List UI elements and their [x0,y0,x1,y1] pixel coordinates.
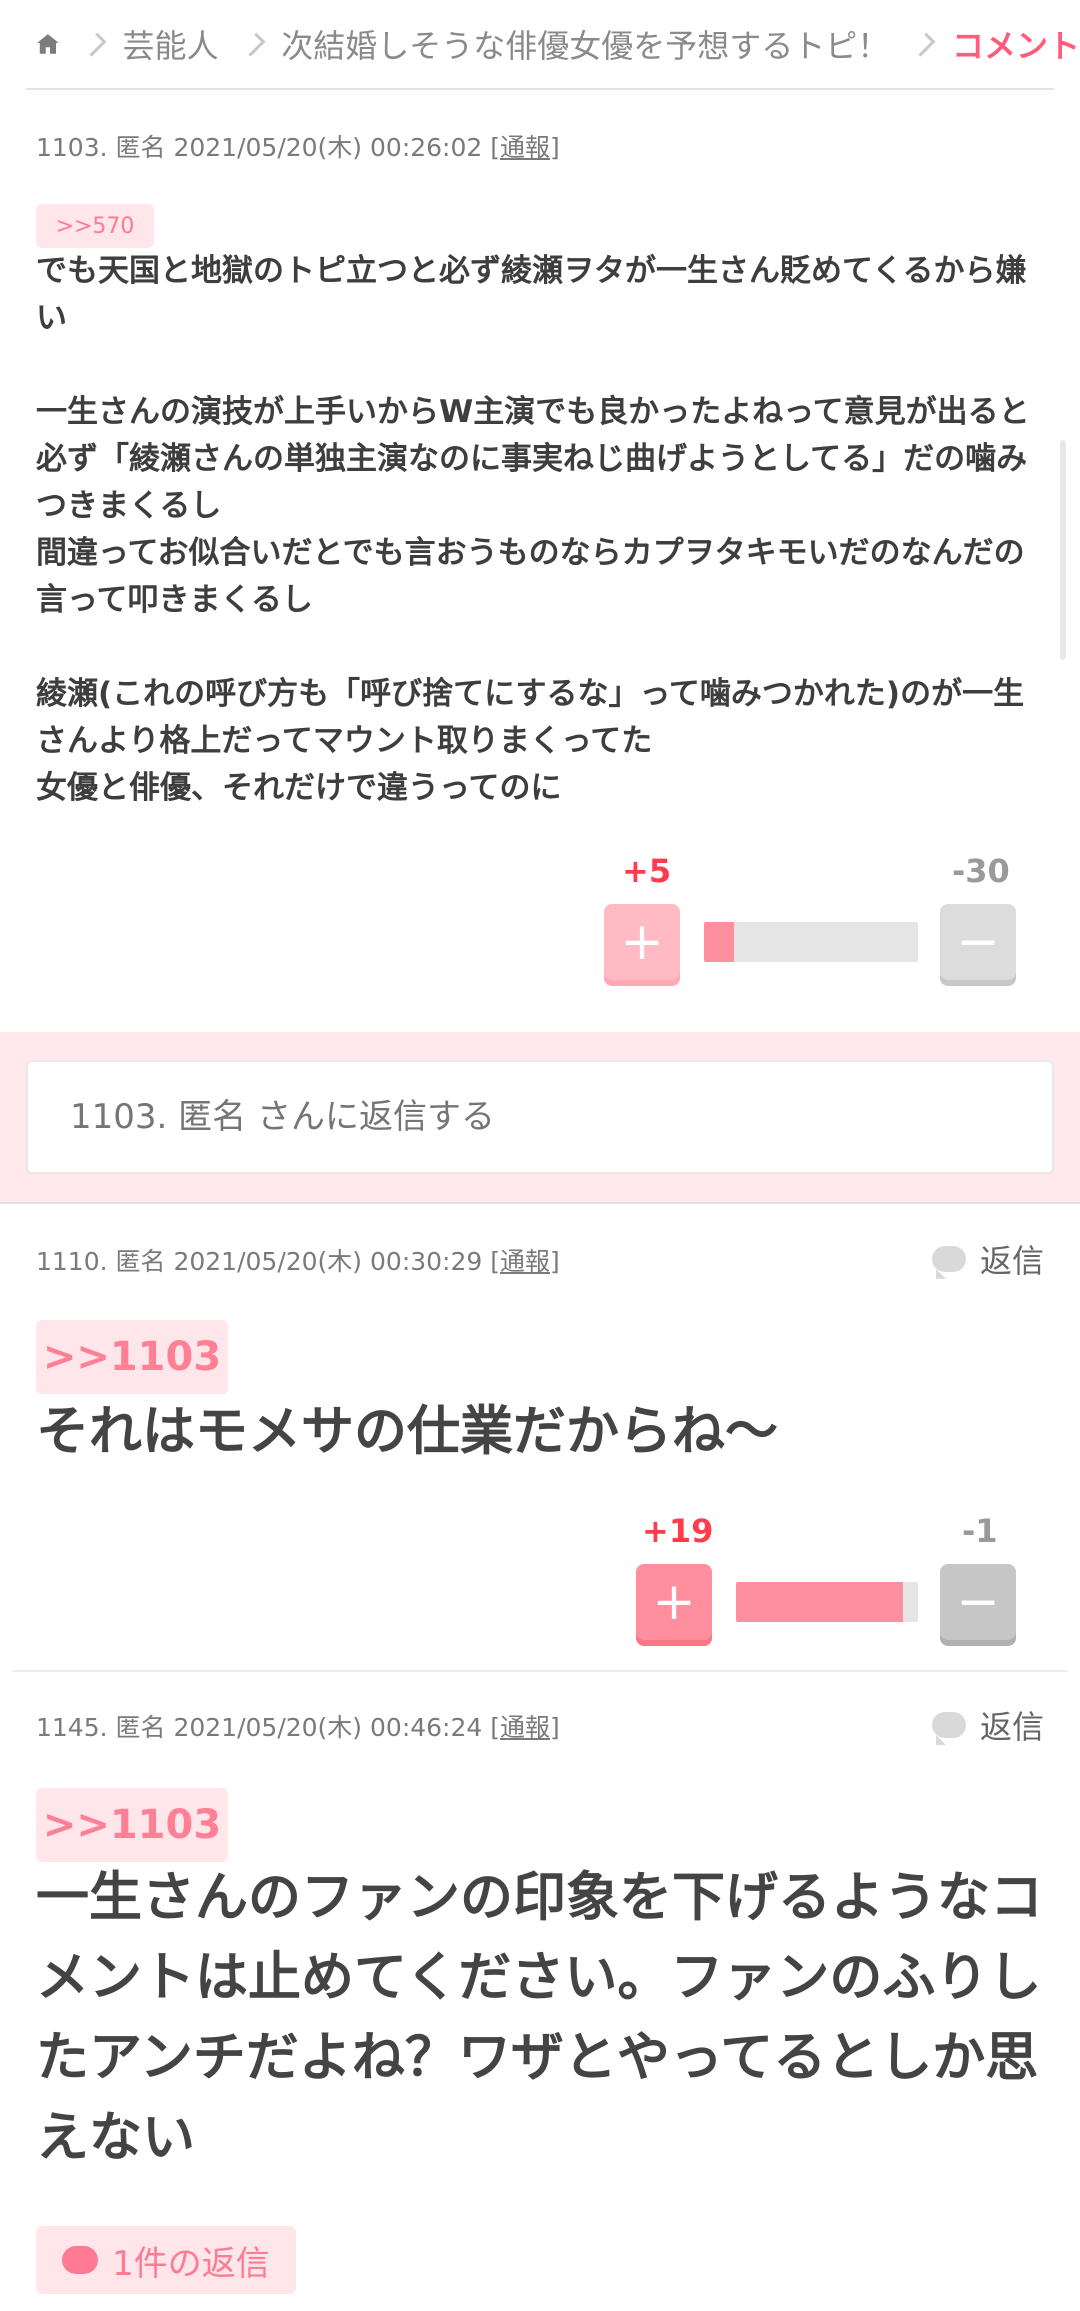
report-link[interactable]: 通報 [500,133,550,162]
comment-meta-text: 1110. 匿名 2021/05/20(木) 00:30:29 [36,1247,483,1276]
vote-ratio-fill [704,922,734,962]
replies-count-label: 1件の返信 [112,2243,270,2284]
comment-body: 一生さんのファンの印象を下げるようなコメントは止めてください。ファンのふりしたア… [36,1867,1043,2168]
reply-area [0,1032,1080,1202]
plus-button[interactable]: + [604,904,680,980]
minus-button[interactable]: − [940,1564,1016,1640]
reply-button[interactable]: 返信 [931,1236,1044,1282]
breadcrumb: 芸能人 次結婚しそうな俳優女優を予想するトピ！ コメント [0,0,1080,88]
plus-count: +5 [622,852,672,890]
comment-meta: 1110. 匿名 2021/05/20(木) 00:30:29 [通報] [36,1247,560,1276]
show-replies-button[interactable]: 1件の返信 [36,2226,296,2294]
anchor-link[interactable]: >>570 [36,204,154,248]
comment-meta: 1103. 匿名 2021/05/20(木) 00:26:02 [通報] [36,133,560,162]
comment-body: それはモメサの仕業だからね〜 [36,1401,778,1462]
home-icon[interactable] [36,24,60,64]
reply-input[interactable] [26,1060,1054,1174]
breadcrumb-current: コメント [951,27,1080,65]
reply-button[interactable]: 返信 [931,1702,1044,1748]
comment-paragraph: 女優と俳優、それだけで違うってのに [36,770,562,806]
chevron-right-icon [911,32,936,56]
comment-paragraph: 間違ってお似合いだとでも言おうものならカプヲタキモいだのなんだの言って叩きまくる… [36,535,1025,618]
plus-count: +19 [642,1512,714,1550]
divider [26,88,1054,90]
chevron-right-icon [82,32,107,56]
comment-paragraph: 一生さんの演技が上手いからW主演でも良かったよねって意見が出ると必ず「綾瀬さんの… [36,394,1030,524]
speech-bubble-icon [62,2246,99,2274]
comment-paragraph: 綾瀬(これの呼び方も「呼び捨てにするな」って噛みつかれた)のが一生さんより格上だ… [36,676,1025,759]
reply-label: 返信 [979,1708,1044,1746]
speech-bubble-icon [931,1712,966,1738]
chevron-right-icon [240,32,265,56]
minus-count: -30 [952,852,1010,890]
vote-ratio-fill [736,1582,904,1622]
minus-count: -1 [962,1512,998,1550]
comment-body: でも天国と地獄のトピ立つと必ず綾瀬ヲタが一生さん貶めてくるから嫌い 一生さんの演… [36,248,1048,812]
comment-paragraph [36,342,1048,389]
minus-button[interactable]: − [940,904,1016,980]
speech-bubble-icon [931,1246,966,1272]
report-link[interactable]: 通報 [500,1713,550,1742]
breadcrumb-topic[interactable]: 次結婚しそうな俳優女優を予想するトピ！ [281,21,889,67]
scrollbar[interactable] [1060,440,1066,660]
comment-paragraph: でも天国と地獄のトピ立つと必ず綾瀬ヲタが一生さん貶めてくるから嫌い [36,253,1027,336]
reply-label: 返信 [979,1242,1044,1280]
divider [0,1202,1080,1204]
breadcrumb-category[interactable]: 芸能人 [123,21,219,67]
anchor-link[interactable]: >>1103 [36,1320,228,1394]
divider [12,1670,1068,1672]
anchor-link[interactable]: >>1103 [36,1788,228,1862]
vote-ratio-bar [704,922,918,962]
vote-ratio-bar [736,1582,918,1622]
comment-meta-text: 1103. 匿名 2021/05/20(木) 00:26:02 [36,133,483,162]
report-link[interactable]: 通報 [500,1247,550,1276]
comment-paragraph [36,624,1048,671]
plus-button[interactable]: + [636,1564,712,1640]
comment-meta-text: 1145. 匿名 2021/05/20(木) 00:46:24 [36,1713,483,1742]
comment-meta: 1145. 匿名 2021/05/20(木) 00:46:24 [通報] [36,1713,560,1742]
